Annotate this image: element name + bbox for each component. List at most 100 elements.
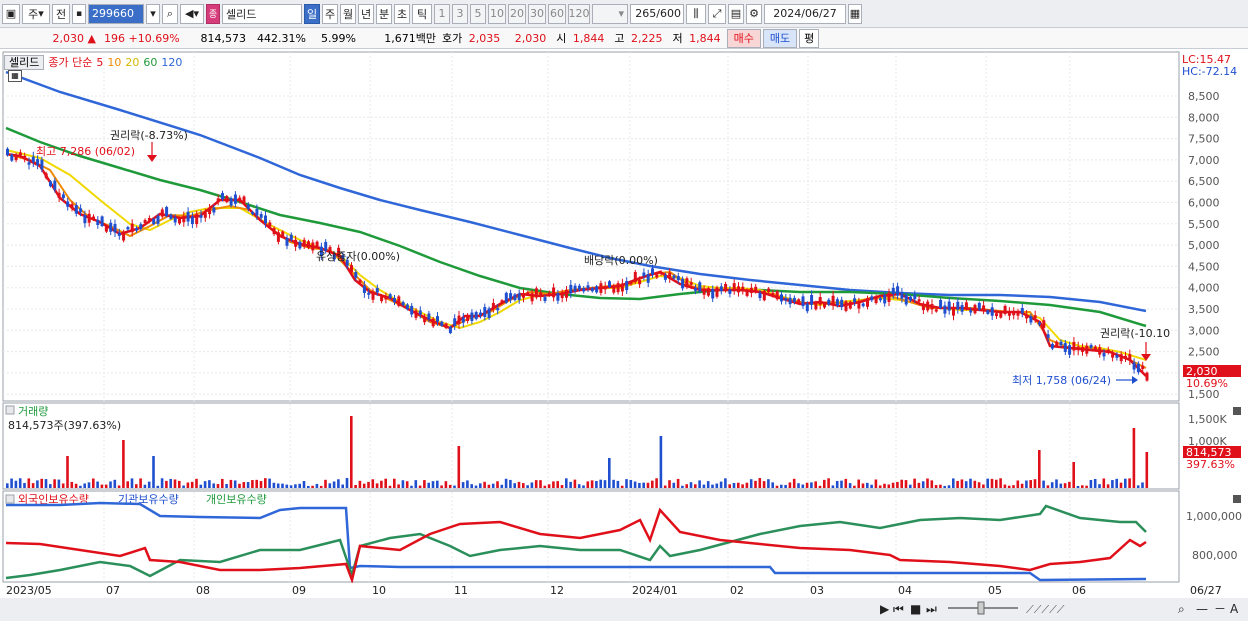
calendar-icon[interactable]: ▦ [848,3,862,24]
candle-body [896,286,900,296]
minute-5[interactable]: 5 [470,3,486,24]
minute-10[interactable]: 10 [488,3,506,24]
volume-bar [724,478,727,488]
custom-period-select[interactable]: ▾ [592,3,628,24]
volume-bar [1020,483,1024,488]
candle-body [31,156,35,163]
chart-canvas[interactable]: 8,500 8,000 7,500 7,000 6,500 6,000 5,500 5,000… [0,50,1248,621]
volume-close-icon[interactable] [1233,407,1241,415]
candle-body [10,154,14,161]
price-tick-label: 8,500 [1188,90,1220,103]
volume-bar [49,484,52,488]
legend-ma10[interactable]: 10 [107,56,121,69]
volume-bar [982,484,985,488]
volume-bar [216,484,220,488]
volume-bar [1025,480,1028,488]
candle-body [1012,311,1016,316]
volume-bar [1016,480,1020,488]
volume-bar [276,483,280,488]
period-year[interactable]: 년 [358,3,374,24]
legend-ma120[interactable]: 120 [161,56,182,69]
candle-body [74,205,78,214]
volume-bar [27,478,31,488]
candle-body [281,231,285,237]
settings-icon[interactable]: ⚙ [746,3,762,24]
volume-bar [1007,485,1011,488]
date-input[interactable]: 2024/06/27 [764,3,846,24]
last-page-icon[interactable]: ⏭ [926,602,937,616]
zoom-in-icon[interactable]: － [1214,602,1226,616]
period-tick[interactable]: 틱 [412,3,432,24]
legend-ma60[interactable]: 60 [143,56,157,69]
data-count-total: /600 [656,7,681,20]
candle-body [926,301,930,311]
stop-icon[interactable]: ■ [910,602,921,616]
period-second[interactable]: 초 [394,3,410,24]
zoom-slider-handle[interactable] [977,601,985,615]
data-count-input[interactable]: 265/600 [630,3,684,24]
sell-button[interactable]: 매도 [762,28,798,48]
candle-body [6,148,9,156]
candle-body [79,208,83,213]
volume-bar [582,485,585,488]
minute-20[interactable]: 20 [508,3,526,24]
candle-body [977,302,981,310]
all-button[interactable]: 전 [52,3,70,24]
market-select[interactable]: 주 ▾ [22,3,50,24]
volume-panel-icon[interactable] [5,405,15,415]
holdings-close-icon[interactable] [1233,495,1241,503]
candle-body [1124,355,1127,358]
draw-tool-icon[interactable]: ⤢ [708,3,726,24]
period-month[interactable]: 월 [340,3,356,24]
font-size-icon[interactable]: A [1230,602,1239,616]
candle-body [466,315,470,321]
legend-ma20[interactable]: 20 [125,56,139,69]
window-menu-icon[interactable]: ▣ [2,3,20,24]
zoom-icon[interactable]: ⌕ [1178,602,1185,616]
volume-bar [294,484,297,488]
zoom-out-icon[interactable]: — [1196,602,1208,616]
evaluate-button[interactable]: 평 [799,28,820,48]
holdings-panel-icon[interactable] [5,494,15,504]
volume-bar [749,479,753,488]
minute-1[interactable]: 1 [434,3,450,24]
candle-body [874,296,878,304]
low-label: 저 [672,32,683,45]
stock-type-badge: 종 [206,3,220,24]
volume-bar [504,478,508,488]
candle-body [165,207,169,217]
legend-stock-tab[interactable]: 셀리드 [4,54,45,70]
stock-name-input[interactable]: 셀리드 [222,3,302,24]
period-week[interactable]: 주 [322,3,338,24]
candle-body [393,298,396,303]
legend-ma5[interactable]: 5 [96,56,103,69]
draw-tools-icon[interactable]: ⟋⟋⟋⟋⟋ [1026,603,1065,616]
code-dropdown-icon[interactable]: ▾ [146,3,160,24]
minute-60[interactable]: 60 [548,3,566,24]
save-icon[interactable]: ▤ [728,3,744,24]
candle-body [461,317,465,323]
period-day[interactable]: 일 [304,3,320,24]
stock-code-input[interactable]: 299660 [88,3,144,24]
minute-30[interactable]: 30 [528,3,546,24]
legend-table-icon[interactable]: ▦ [8,70,22,82]
candle-body [543,297,547,302]
volume-bar [534,480,538,488]
sound-icon[interactable]: ◀▾ [180,3,204,24]
search-icon[interactable]: ⌕ [162,3,178,24]
volume-bar [513,483,516,488]
candle-body [186,211,190,222]
volume-bar [728,484,731,488]
volume-bar [853,485,856,488]
candle-body [1141,365,1145,370]
buy-button[interactable]: 매수 [726,28,761,48]
period-minute[interactable]: 분 [376,3,392,24]
minute-3[interactable]: 3 [452,3,468,24]
filter-icon[interactable]: ▪ [72,3,86,24]
first-page-icon[interactable]: ⏮ [893,602,904,616]
minute-120[interactable]: 120 [568,3,590,24]
candle-body [930,304,934,310]
candle-type-icon[interactable]: ⫼ [686,3,706,24]
candle-body [388,294,392,299]
scroll-right-icon[interactable]: ▶ [880,602,890,616]
